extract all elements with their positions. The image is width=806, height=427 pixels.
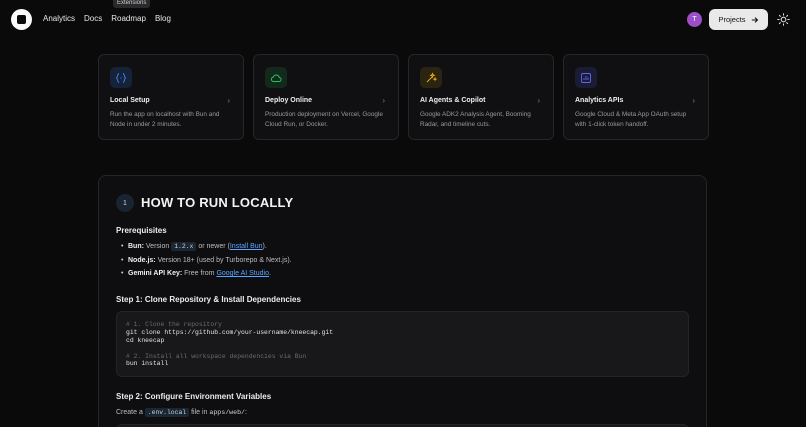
- cloud-icon: [265, 67, 287, 88]
- card-local-setup[interactable]: Local Setup › Run the app on localhost w…: [98, 54, 244, 140]
- env-file-code: .env.local: [144, 408, 190, 417]
- card-desc: Google ADK2 Analysis Agent, Booming Rada…: [420, 111, 531, 128]
- avatar[interactable]: T: [687, 12, 702, 27]
- code-line: cd kneecap: [126, 336, 165, 344]
- node-label: Node.js:: [128, 256, 156, 264]
- card-ai-agents[interactable]: AI Agents & Copilot › Google ADK2 Analys…: [408, 54, 554, 140]
- path-text: apps/web/: [209, 409, 246, 416]
- text: Create a: [116, 409, 145, 416]
- text: Version 18+ (used by Turborepo & Next.js…: [155, 256, 292, 264]
- text: Free from: [182, 270, 217, 277]
- text: .: [268, 270, 271, 277]
- card-desc: Production deployment on Vercel, Google …: [265, 111, 383, 128]
- extensions-tooltip: Extensions: [113, 0, 151, 8]
- text: :: [245, 409, 247, 416]
- arrow-right-icon: [751, 16, 758, 23]
- nav-analytics[interactable]: Analytics: [43, 14, 75, 23]
- card-analytics-apis[interactable]: Analytics APIs › Google Cloud & Meta App…: [563, 54, 709, 140]
- top-nav: Analytics Docs Roadmap Blog Extensions T…: [0, 0, 806, 40]
- google-ai-studio-link[interactable]: Google AI Studio: [216, 270, 269, 277]
- prereq-heading: Prerequisites: [116, 226, 167, 235]
- code-braces-icon: [110, 67, 132, 88]
- chevron-right-icon: ›: [537, 96, 540, 105]
- card-deploy-online[interactable]: Deploy Online › Production deployment on…: [253, 54, 399, 140]
- code-line: # 2. Install all workspace dependencies …: [126, 352, 307, 360]
- text: or newer (: [196, 243, 230, 250]
- projects-button[interactable]: Projects: [709, 9, 768, 30]
- bun-version-code: 1.2.x: [171, 242, 197, 251]
- nav-docs[interactable]: Docs: [84, 14, 102, 23]
- chart-icon: [575, 67, 597, 88]
- chevron-right-icon: ›: [692, 96, 695, 105]
- prereq-list: Bun: Version 1.2.x or newer (Install Bun…: [121, 242, 292, 284]
- list-item: Node.js: Version 18+ (used by Turborepo …: [121, 257, 292, 271]
- step2-text: Create a .env.local file in apps/web/:: [116, 408, 247, 417]
- card-title: Deploy Online: [265, 97, 313, 104]
- nav-links: Analytics Docs Roadmap Blog: [43, 14, 171, 23]
- sparkles-icon: [420, 67, 442, 88]
- section-title: HOW TO RUN LOCALLY: [141, 195, 294, 210]
- sun-icon[interactable]: [777, 13, 790, 26]
- chevron-right-icon: ›: [227, 96, 230, 105]
- gemini-label: Gemini API Key:: [128, 270, 183, 277]
- card-title: Local Setup: [110, 97, 150, 104]
- card-title: Analytics APIs: [575, 97, 624, 104]
- card-desc: Run the app on localhost with Bun and No…: [110, 111, 220, 128]
- logo[interactable]: [11, 9, 32, 30]
- text: ).: [262, 243, 267, 250]
- card-desc: Google Cloud & Meta App OAuth setup with…: [575, 111, 687, 128]
- code-block[interactable]: # 1. Clone the repository git clone http…: [116, 311, 689, 377]
- text: Version: [143, 243, 172, 250]
- list-item: Bun: Version 1.2.x or newer (Install Bun…: [121, 242, 292, 257]
- bun-label: Bun:: [128, 243, 144, 250]
- feature-cards: Local Setup › Run the app on localhost w…: [98, 54, 709, 140]
- step2-heading: Step 2: Configure Environment Variables: [116, 392, 272, 401]
- card-title: AI Agents & Copilot: [420, 97, 486, 104]
- nav-roadmap[interactable]: Roadmap: [111, 14, 146, 23]
- nav-blog[interactable]: Blog: [155, 14, 171, 23]
- code-line: bun install: [126, 360, 169, 368]
- text: file in: [189, 409, 210, 416]
- section-number: 1: [116, 194, 134, 212]
- step1-heading: Step 1: Clone Repository & Install Depen…: [116, 295, 301, 304]
- chevron-right-icon: ›: [382, 96, 385, 105]
- list-item: Gemini API Key: Free from Google AI Stud…: [121, 270, 292, 284]
- code-line: # 1. Clone the repository: [126, 321, 222, 328]
- projects-label: Projects: [718, 15, 746, 24]
- install-bun-link[interactable]: Install Bun: [230, 243, 263, 250]
- run-locally-panel: 1 HOW TO RUN LOCALLY Prerequisites Bun: …: [98, 175, 707, 427]
- code-line: git clone https://github.com/your-userna…: [126, 328, 334, 336]
